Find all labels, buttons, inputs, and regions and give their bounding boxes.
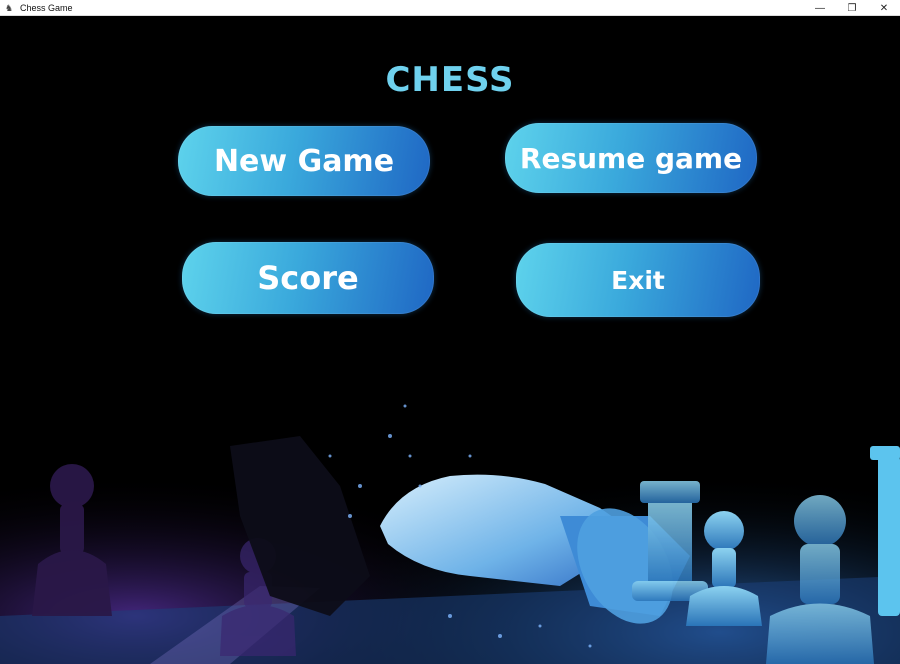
- chess-app-icon: ♞: [4, 2, 14, 13]
- exit-button[interactable]: Exit: [516, 243, 760, 317]
- window-title: Chess Game: [20, 2, 73, 13]
- new-game-button[interactable]: New Game: [178, 126, 430, 196]
- minimize-button[interactable]: —: [804, 0, 836, 16]
- close-button[interactable]: ✕: [868, 0, 900, 16]
- restore-button[interactable]: ❐: [836, 0, 868, 16]
- score-button[interactable]: Score: [182, 242, 434, 314]
- window-controls: — ❐ ✕: [804, 0, 900, 16]
- menu-scene: CHESS New Game Resume game Score Exit: [0, 16, 900, 664]
- chess-logo: CHESS: [385, 60, 515, 100]
- window-titlebar: ♞ Chess Game — ❐ ✕: [0, 0, 900, 16]
- chess-background-art: [0, 346, 900, 664]
- resume-game-button[interactable]: Resume game: [505, 123, 757, 193]
